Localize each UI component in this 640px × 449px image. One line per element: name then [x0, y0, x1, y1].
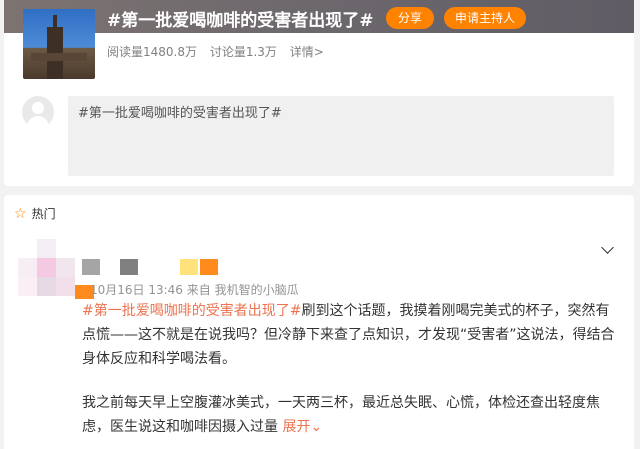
topic-title: #第一批爱喝咖啡的受害者出现了# [107, 11, 374, 31]
badge-mosaic [200, 259, 218, 275]
details-link[interactable]: 详情> [290, 45, 324, 59]
badge-mosaic [180, 259, 198, 275]
username-mosaic[interactable] [82, 259, 100, 275]
discussion-count: 讨论量1.3万 [209, 45, 277, 59]
feed-card: ☆ 热门 10月16日 13:46 来自 我机智的小脑瓜 #第一批爱喝咖啡的受害… [4, 195, 634, 449]
post-body: #第一批爱喝咖啡的受害者出现了#刷到这个话题，我摸着刚喝完美式的杯子，突然有点慌… [82, 299, 622, 439]
topic-stats: 阅读量1480.8万 讨论量1.3万 详情> [107, 43, 333, 60]
topic-cover-image [23, 9, 95, 79]
post-meta: 10月16日 13:46 来自 我机智的小脑瓜 [90, 283, 299, 297]
post-paragraph: #第一批爱喝咖啡的受害者出现了#刷到这个话题，我摸着刚喝完美式的杯子，突然有点慌… [82, 299, 622, 371]
star-icon: ☆ [14, 205, 27, 222]
share-button[interactable]: 分享 [386, 7, 434, 29]
read-count: 阅读量1480.8万 [107, 45, 197, 59]
apply-host-button[interactable]: 申请主持人 [444, 7, 526, 29]
compose-input[interactable]: #第一批爱喝咖啡的受害者出现了# [68, 96, 614, 176]
username-mosaic [120, 259, 138, 275]
hot-section-header: ☆ 热门 [14, 205, 56, 222]
post-text: 我之前每天早上空腹灌冰美式，一天两三杯，最近总失眠、心慌，体检还查出轻度焦虑，医… [82, 395, 600, 435]
topic-card: #第一批爱喝咖啡的受害者出现了# 分享 申请主持人 阅读量1480.8万 讨论量… [4, 0, 634, 186]
hot-label: 热门 [31, 207, 56, 221]
chevron-down-icon[interactable] [601, 241, 614, 254]
default-avatar-icon [22, 96, 54, 128]
topic-tag-link[interactable]: #第一批爱喝咖啡的受害者出现了# [82, 303, 301, 319]
expand-link[interactable]: 展开⌄ [282, 419, 322, 435]
post-paragraph: 我之前每天早上空腹灌冰美式，一天两三杯，最近总失眠、心慌，体检还查出轻度焦虑，医… [82, 391, 622, 439]
